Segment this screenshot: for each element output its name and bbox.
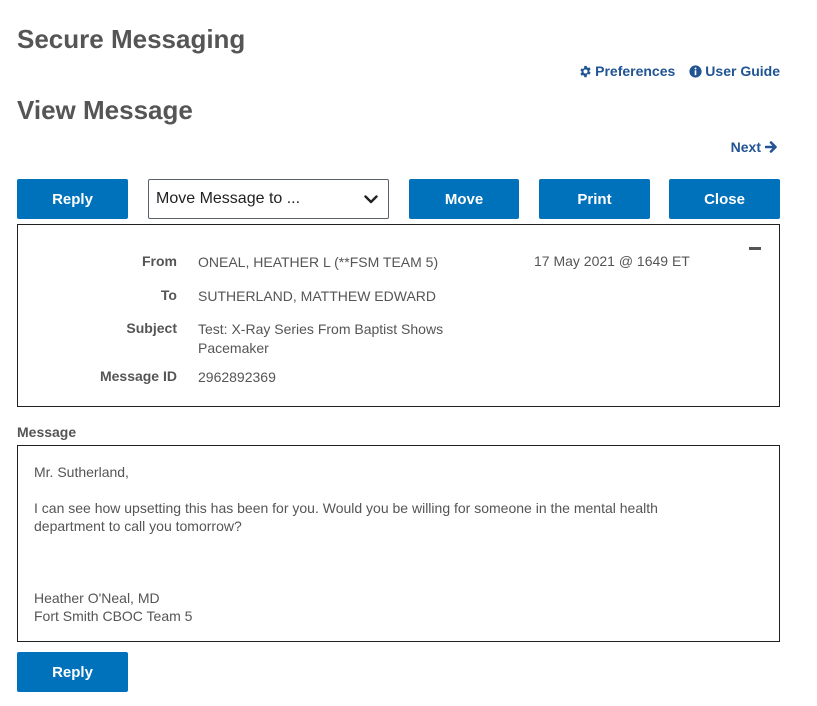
subject-value: Test: X-Ray Series From Baptist Shows Pa… — [198, 320, 443, 358]
reply-button[interactable]: Reply — [17, 179, 128, 219]
message-line-1: I can see how upsetting this has been fo… — [34, 500, 658, 516]
from-value: ONEAL, HEATHER L (**FSM TEAM 5) — [198, 254, 439, 270]
message-body: Mr. Sutherland, I can see how upsetting … — [17, 445, 780, 642]
preferences-link[interactable]: Preferences — [579, 63, 675, 79]
subject-line-1: Test: X-Ray Series From Baptist Shows — [198, 321, 444, 337]
user-guide-link[interactable]: User Guide — [689, 63, 780, 79]
to-value: SUTHERLAND, MATTHEW EDWARD — [198, 288, 436, 304]
message-text: I can see how upsetting this has been fo… — [34, 499, 763, 535]
move-select-value: Move Message to ... — [156, 190, 301, 207]
message-line-2: department to call you tomorrow? — [34, 518, 242, 534]
top-links: Preferences User Guide — [579, 63, 780, 79]
message-id-label: Message ID — [99, 368, 177, 384]
signature-team: Fort Smith CBOC Team 5 — [34, 608, 193, 624]
collapse-icon[interactable] — [749, 247, 761, 250]
app-title: Secure Messaging — [17, 24, 246, 54]
preferences-label: Preferences — [595, 63, 676, 79]
next-label: Next — [730, 139, 761, 155]
gear-icon — [580, 65, 591, 77]
user-guide-label: User Guide — [705, 63, 780, 79]
move-message-select[interactable]: Move Message to ... — [148, 179, 389, 219]
message-greeting: Mr. Sutherland, — [34, 464, 129, 480]
from-label: From — [142, 253, 177, 269]
close-button[interactable]: Close — [669, 179, 780, 219]
subject-label: Subject — [126, 320, 177, 336]
message-header: From ONEAL, HEATHER L (**FSM TEAM 5) 17 … — [17, 224, 780, 407]
page-title: View Message — [17, 95, 193, 125]
info-icon — [689, 64, 702, 78]
move-button[interactable]: Move — [409, 179, 519, 219]
chevron-down-icon — [364, 194, 378, 203]
print-button[interactable]: Print — [539, 179, 650, 219]
message-id-value: 2962892369 — [198, 369, 276, 385]
message-date: 17 May 2021 @ 1649 ET — [534, 253, 690, 269]
arrow-right-icon — [765, 141, 777, 153]
subject-line-2: Pacemaker — [198, 340, 269, 356]
reply-button-bottom[interactable]: Reply — [17, 652, 128, 692]
message-label: Message — [17, 424, 77, 440]
to-label: To — [160, 287, 177, 303]
signature-name: Heather O'Neal, MD — [34, 590, 160, 606]
next-link[interactable]: Next — [731, 139, 778, 155]
